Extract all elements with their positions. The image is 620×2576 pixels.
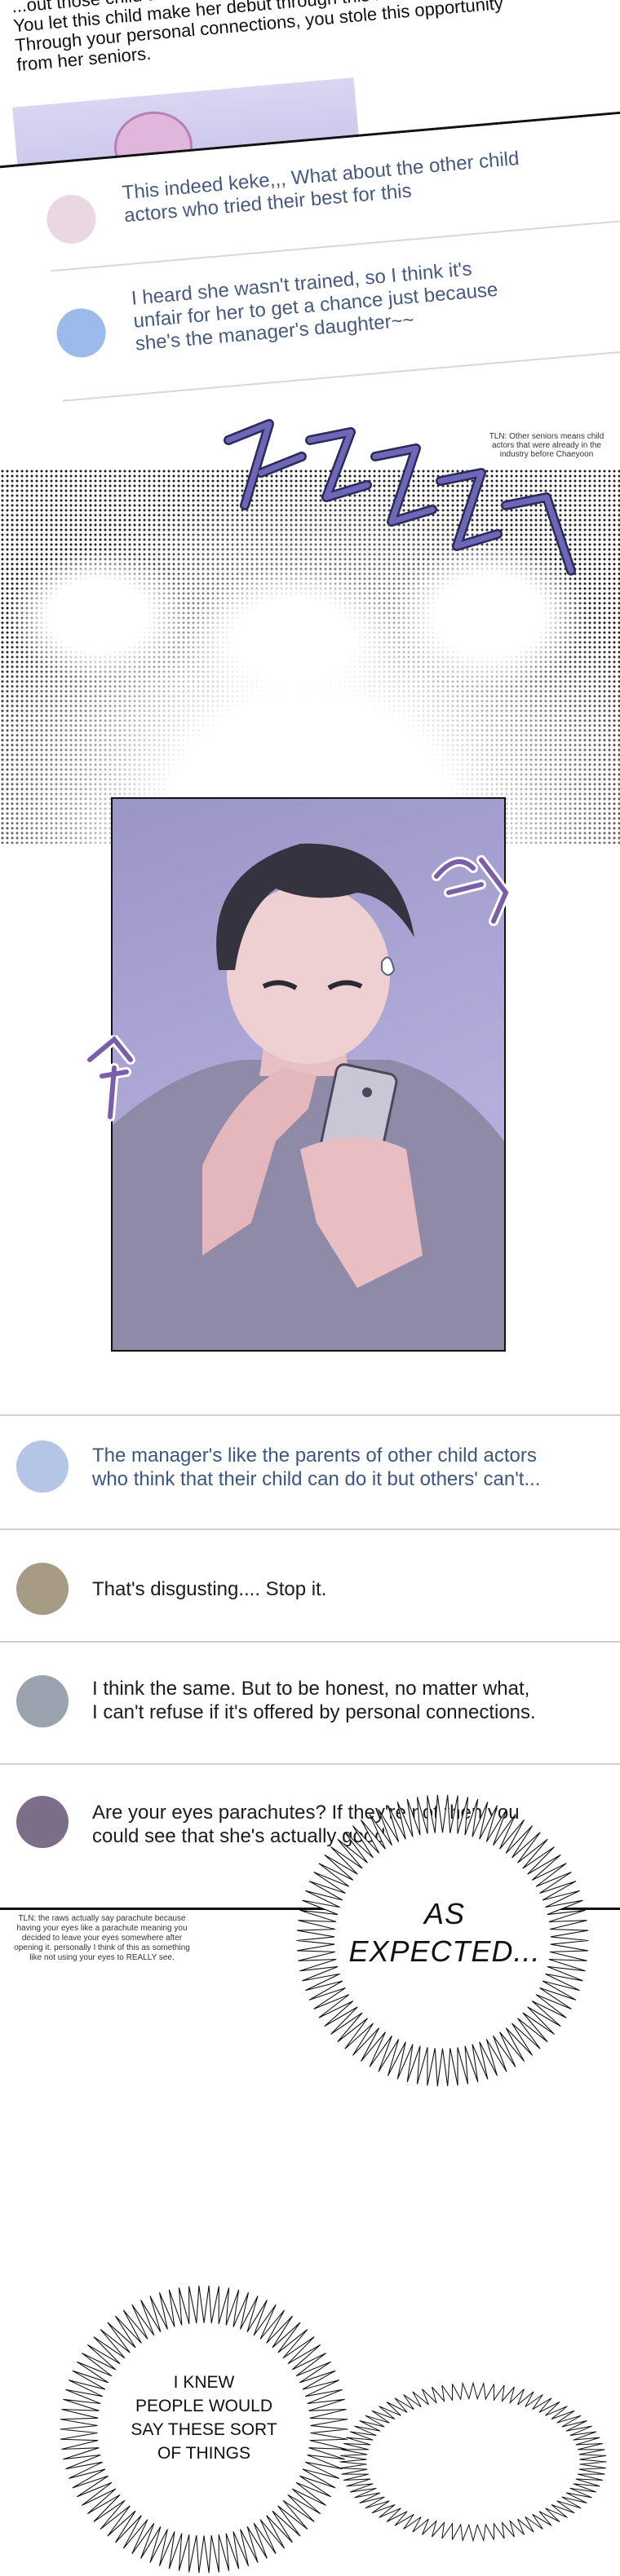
comment-text: This indeed keke,,, What about the other… bbox=[121, 147, 520, 227]
thought-burst-bubble bbox=[339, 2381, 607, 2543]
comment-divider bbox=[0, 1641, 620, 1643]
comment-item: This indeed keke,,, What about the other… bbox=[44, 138, 620, 270]
avatar[interactable] bbox=[16, 1440, 69, 1493]
comment-text: I heard she wasn't trained, so I think i… bbox=[130, 258, 499, 355]
avatar[interactable] bbox=[44, 192, 98, 246]
translator-note: TLN: Other seniors means child actors th… bbox=[489, 432, 604, 459]
comment-divider bbox=[0, 1763, 620, 1765]
comment-divider bbox=[0, 1414, 620, 1416]
sfx-side-lettering bbox=[85, 1035, 135, 1122]
sweat-drop-icon bbox=[381, 956, 396, 976]
video-description: ...out those child actors who needed thi… bbox=[11, 0, 603, 75]
bubble-text: AS EXPECTED... bbox=[348, 1897, 541, 1968]
avatar[interactable] bbox=[16, 1675, 69, 1727]
sfx-right-lettering bbox=[432, 855, 512, 926]
comment-text: That's disgusting.... Stop it. bbox=[92, 1578, 327, 1600]
avatar[interactable] bbox=[55, 306, 108, 359]
comment-divider bbox=[0, 1528, 620, 1530]
comment-text: The manager's like the parents of other … bbox=[92, 1445, 541, 1490]
avatar[interactable] bbox=[16, 1796, 69, 1848]
translator-note: TLN: the raws actually say parachute bec… bbox=[14, 1914, 190, 1962]
bubble-text: I KNEW PEOPLE WOULD SAY THESE SORT OF TH… bbox=[131, 2373, 277, 2463]
top-comment-panel: ...out those child actors who needed thi… bbox=[0, 0, 620, 469]
avatar[interactable] bbox=[16, 1563, 69, 1615]
comment-text: I think the same. But to be honest, no m… bbox=[92, 1678, 536, 1723]
